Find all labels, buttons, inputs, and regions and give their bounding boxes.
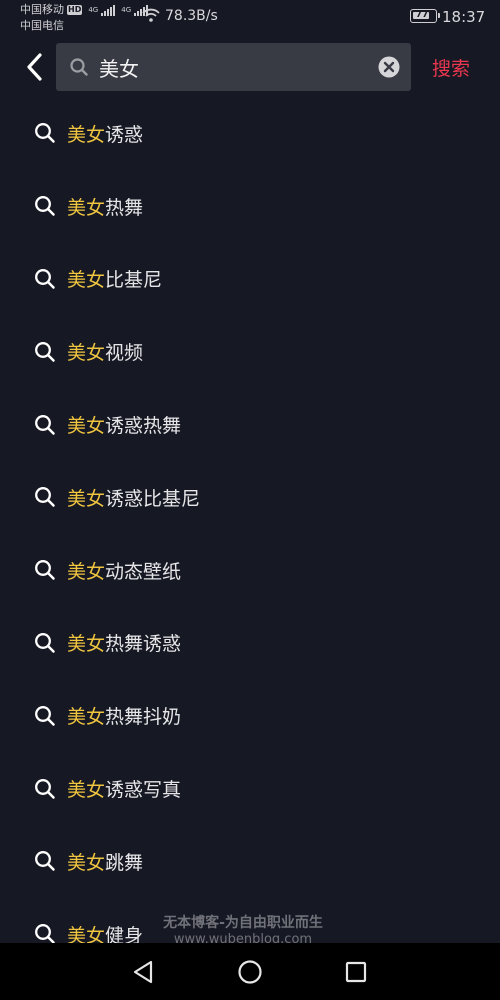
suggestion-text: 美女诱惑写真 bbox=[67, 775, 181, 802]
suggestion-highlight: 美女 bbox=[67, 196, 106, 219]
suggestion-item[interactable]: 美女诱惑写真 bbox=[0, 752, 500, 825]
suggestion-highlight: 美女 bbox=[67, 342, 106, 365]
search-icon bbox=[35, 924, 55, 944]
nav-home-button[interactable] bbox=[237, 959, 263, 985]
suggestion-rest: 诱惑写真 bbox=[105, 779, 182, 802]
suggestion-highlight: 美女 bbox=[67, 123, 106, 146]
carrier-1: 中国移动 bbox=[20, 3, 64, 16]
search-icon bbox=[35, 123, 55, 144]
suggestion-list: 美女诱惑 美女热舞 美女比基尼 美女视频 美女诱惑热舞 美女诱惑比基尼 美女动态壁纸 美女热舞… bbox=[0, 97, 500, 971]
circle-home-icon bbox=[238, 960, 262, 984]
search-icon bbox=[35, 487, 55, 508]
clock: 18:37 bbox=[442, 8, 486, 26]
suggestion-item[interactable]: 美女热舞诱惑 bbox=[0, 607, 500, 680]
suggestion-highlight: 美女 bbox=[67, 851, 106, 874]
suggestion-item[interactable]: 美女诱惑 bbox=[0, 97, 500, 170]
search-box[interactable] bbox=[56, 43, 411, 91]
suggestion-highlight: 美女 bbox=[67, 269, 106, 292]
status-bar: 中国移动 HD 4G 4G 中国电信 78.3B/s 77 18:37 bbox=[0, 0, 500, 34]
suggestion-item[interactable]: 美女跳舞 bbox=[0, 825, 500, 898]
suggestion-text: 美女热舞 bbox=[67, 193, 143, 220]
search-icon bbox=[35, 196, 55, 216]
suggestion-rest: 诱惑热舞 bbox=[105, 415, 182, 438]
suggestion-highlight: 美女 bbox=[67, 487, 106, 510]
suggestion-item[interactable]: 美女热舞 bbox=[0, 170, 500, 243]
suggestion-item[interactable]: 美女视频 bbox=[0, 315, 500, 388]
back-button[interactable] bbox=[20, 50, 48, 84]
search-icon bbox=[70, 58, 88, 76]
suggestion-text: 美女诱惑比基尼 bbox=[67, 484, 200, 511]
suggestion-rest: 视频 bbox=[105, 342, 144, 365]
suggestion-rest: 热舞抖奶 bbox=[105, 706, 182, 729]
chevron-left-icon bbox=[27, 53, 42, 81]
suggestion-rest: 诱惑 bbox=[105, 123, 144, 146]
suggestion-text: 美女诱惑 bbox=[67, 120, 143, 147]
clear-button[interactable] bbox=[378, 56, 400, 78]
suggestion-highlight: 美女 bbox=[67, 415, 106, 438]
suggestion-item[interactable]: 美女动态壁纸 bbox=[0, 534, 500, 607]
battery-level: 77 bbox=[415, 10, 429, 20]
search-icon bbox=[35, 778, 55, 799]
suggestion-item[interactable]: 美女热舞抖奶 bbox=[0, 679, 500, 752]
carrier-2: 中国电信 bbox=[20, 19, 64, 32]
suggestion-text: 美女动态壁纸 bbox=[67, 557, 181, 584]
suggestion-highlight: 美女 bbox=[67, 633, 106, 656]
search-input[interactable] bbox=[99, 52, 369, 82]
search-icon bbox=[35, 633, 55, 653]
suggestion-rest: 动态壁纸 bbox=[105, 560, 182, 583]
signal-icon bbox=[101, 4, 116, 16]
search-icon bbox=[35, 341, 55, 362]
nav-recents-button[interactable] bbox=[343, 959, 369, 985]
search-icon bbox=[35, 269, 55, 289]
search-icon bbox=[35, 705, 55, 726]
carrier-info: 中国移动 HD 4G 4G 中国电信 bbox=[20, 2, 149, 34]
suggestion-text: 美女视频 bbox=[67, 338, 143, 365]
suggestion-rest: 热舞 bbox=[105, 196, 144, 219]
search-icon bbox=[35, 414, 55, 435]
suggestion-rest: 热舞诱惑 bbox=[105, 633, 182, 656]
suggestion-highlight: 美女 bbox=[67, 779, 106, 802]
search-icon bbox=[35, 851, 55, 872]
network-type-1: 4G bbox=[88, 6, 99, 14]
suggestion-rest: 跳舞 bbox=[105, 851, 144, 874]
suggestion-rest: 比基尼 bbox=[105, 269, 163, 292]
screen: 中国移动 HD 4G 4G 中国电信 78.3B/s 77 18:37 美女 搜… bbox=[0, 0, 500, 1000]
suggestion-text: 美女热舞诱惑 bbox=[67, 629, 181, 656]
suggestion-item[interactable]: 美女诱惑热舞 bbox=[0, 388, 500, 461]
network-type-2: 4G bbox=[121, 6, 132, 14]
wifi-icon bbox=[142, 8, 160, 22]
hd-badge: HD bbox=[67, 5, 83, 15]
suggestion-highlight: 美女 bbox=[67, 560, 106, 583]
network-speed: 78.3B/s bbox=[165, 8, 218, 24]
nav-back-button[interactable] bbox=[130, 959, 156, 985]
suggestion-text: 美女跳舞 bbox=[67, 848, 143, 875]
suggestion-text: 美女诱惑热舞 bbox=[67, 411, 181, 438]
search-submit-button[interactable]: 搜索 bbox=[432, 54, 470, 81]
search-icon bbox=[35, 560, 55, 580]
watermark-title: 无本博客-为自由职业而生 bbox=[163, 915, 323, 931]
suggestion-text: 美女热舞抖奶 bbox=[67, 702, 181, 729]
suggestion-item[interactable]: 美女诱惑比基尼 bbox=[0, 461, 500, 534]
square-recents-icon bbox=[345, 961, 367, 983]
suggestion-text: 美女比基尼 bbox=[67, 265, 162, 292]
triangle-back-icon bbox=[133, 960, 153, 984]
navigation-bar bbox=[0, 943, 500, 1000]
suggestion-highlight: 美女 bbox=[67, 706, 106, 729]
suggestion-rest: 诱惑比基尼 bbox=[105, 487, 201, 510]
battery-icon: 77 bbox=[410, 9, 440, 23]
suggestion-item[interactable]: 美女比基尼 bbox=[0, 243, 500, 316]
